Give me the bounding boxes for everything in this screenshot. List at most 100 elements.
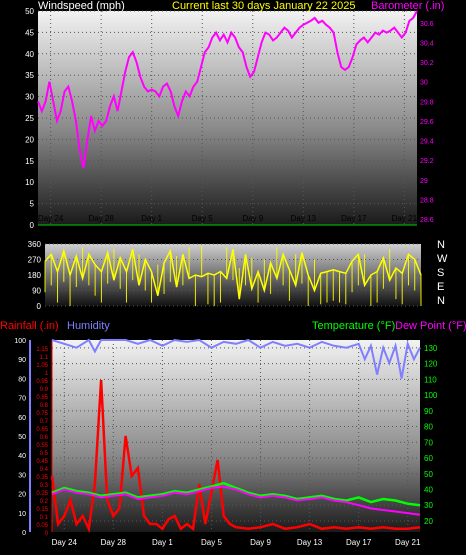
barometer-tick-label: 30.2 [420, 60, 434, 67]
temperature-tick-label: 50 [424, 470, 433, 479]
x-tick-label: Day 13 [297, 538, 323, 547]
barometer-tick-label: 30 [420, 80, 428, 87]
x-tick-label: Day 1 [152, 538, 173, 547]
x-tick-label: Day 24 [52, 538, 78, 547]
temperature-tick-label: 80 [424, 423, 433, 432]
temperature-tick-label: 40 [424, 486, 433, 495]
windspeed-tick-label: 15 [25, 157, 34, 166]
temperature-tick-label: 130 [424, 344, 438, 353]
rainfall-tick-label: 0.95 [36, 379, 48, 385]
compass-labels: N W S E N [437, 239, 449, 309]
barometer-tick-label: 29.6 [420, 119, 434, 126]
temperature-axis-label: Temperature (°F) [312, 320, 396, 332]
x-tick-label: Day 13 [291, 214, 317, 223]
top-chart: 0 5 10 15 20 25 30 35 40 45 50 28.6 28.8 29 29.2 29.4 29… [25, 7, 434, 230]
humidity-axis-label: Humidity [67, 320, 110, 332]
rainfall-tick-label: 0.65 [36, 427, 48, 433]
direction-tick-label: 270 [28, 256, 42, 265]
barometer-tick-label: 28.6 [420, 217, 434, 224]
rainfall-tick-label: 1.15 [36, 347, 48, 353]
humidity-tick-label: 10 [18, 511, 26, 518]
temperature-tick-label: 20 [424, 517, 433, 526]
dewpoint-axis-label: Dew Point (°F) [395, 320, 466, 332]
temperature-tick-label: 120 [424, 360, 438, 369]
rainfall-tick-label: 0.15 [36, 507, 48, 513]
windspeed-tick-label: 45 [25, 28, 34, 37]
windspeed-tick-label: 40 [25, 50, 34, 59]
windspeed-tick-label: 5 [30, 200, 35, 209]
rainfall-axis-label: Rainfall (.in) [0, 320, 59, 332]
bottom-chart: 0 10 20 30 40 50 60 70 80 90 100 0 0.05 0.1 0.15 0.2 0.2… [14, 338, 438, 547]
rainfall-tick-label: 0.7 [40, 419, 49, 425]
rainfall-tick-label: 0.5 [40, 451, 49, 457]
barometer-tick-label: 29.2 [420, 158, 434, 165]
direction-tick-label: 90 [32, 287, 41, 296]
windspeed-axis-label: Windspeed (mph) [38, 0, 125, 12]
rainfall-tick-label: 1.1 [40, 355, 49, 361]
windspeed-tick-label: 35 [25, 71, 34, 80]
x-tick-label: Day 28 [101, 538, 127, 547]
windspeed-tick-label: 25 [25, 114, 34, 123]
barometer-tick-label: 29 [420, 178, 428, 185]
humidity-tick-label: 70 [18, 396, 26, 403]
rainfall-tick-label: 0.55 [36, 443, 48, 449]
x-tick-label: Day 28 [88, 214, 114, 223]
barometer-tick-label: 29.8 [420, 99, 434, 106]
x-tick-label: Day 1 [141, 214, 162, 223]
x-tick-label: Day 17 [341, 214, 367, 223]
windspeed-tick-label: 50 [25, 7, 34, 16]
windspeed-tick-label: 20 [25, 135, 34, 144]
temperature-tick-label: 100 [424, 391, 438, 400]
temperature-tick-label: 60 [424, 454, 433, 463]
humidity-tick-label: 30 [18, 472, 26, 479]
barometer-axis-label: Barometer (.in) [371, 0, 445, 12]
x-tick-label: Day 5 [201, 538, 222, 547]
humidity-tick-label: 40 [18, 453, 26, 460]
humidity-tick-label: 60 [18, 415, 26, 422]
compass-n-bottom: N [437, 295, 445, 307]
rainfall-tick-label: 0.4 [40, 467, 49, 473]
rainfall-tick-label: 0.9 [40, 387, 49, 393]
x-tick-label: Day 24 [38, 214, 64, 223]
compass-w: W [437, 253, 448, 265]
temperature-tick-label: 90 [424, 407, 433, 416]
rainfall-tick-label: 0 [45, 531, 49, 537]
compass-s: S [437, 267, 445, 279]
barometer-tick-label: 29.4 [420, 139, 434, 146]
rainfall-tick-label: 0.3 [40, 483, 49, 489]
temperature-tick-label: 110 [424, 375, 437, 384]
rainfall-tick-label: 0.85 [36, 395, 48, 401]
rainfall-tick-label: 1 [45, 371, 49, 377]
direction-tick-label: 180 [28, 271, 42, 280]
rainfall-tick-label: 0.2 [40, 499, 49, 505]
x-tick-label: Day 9 [250, 538, 271, 547]
x-tick-label: Day 9 [242, 214, 263, 223]
humidity-tick-label: 90 [18, 357, 26, 364]
windspeed-tick-label: 10 [25, 178, 34, 187]
x-tick-label: Day 5 [192, 214, 213, 223]
rainfall-tick-label: 0.35 [36, 475, 48, 481]
rainfall-tick-label: 0.1 [40, 515, 49, 521]
compass-n-top: N [437, 239, 445, 251]
chart-title: Current last 30 days January 22 2025 [172, 0, 356, 12]
humidity-tick-label: 80 [18, 376, 26, 383]
rainfall-tick-label: 0.75 [36, 411, 48, 417]
humidity-tick-label: 0 [22, 530, 26, 537]
temperature-tick-label: 30 [424, 501, 433, 510]
rainfall-tick-label: 1.05 [36, 363, 48, 369]
barometer-tick-label: 30.6 [420, 21, 434, 28]
rainfall-tick-label: 0.8 [40, 403, 49, 409]
barometer-tick-label: 30.4 [420, 40, 434, 47]
rainfall-tick-label: 0.25 [36, 491, 48, 497]
compass-e: E [437, 281, 445, 293]
windspeed-tick-label: 30 [25, 93, 34, 102]
x-tick-label: Day 21 [392, 214, 418, 223]
rainfall-tick-label: 0.45 [36, 459, 48, 465]
x-tick-label: Day 21 [395, 538, 421, 547]
barometer-tick-label: 28.8 [420, 197, 434, 204]
humidity-tick-label: 50 [18, 434, 26, 441]
x-tick-label: Day 17 [346, 538, 372, 547]
direction-tick-label: 0 [37, 302, 42, 310]
rainfall-tick-label: 0.6 [40, 435, 49, 441]
humidity-tick-label: 100 [14, 338, 26, 345]
